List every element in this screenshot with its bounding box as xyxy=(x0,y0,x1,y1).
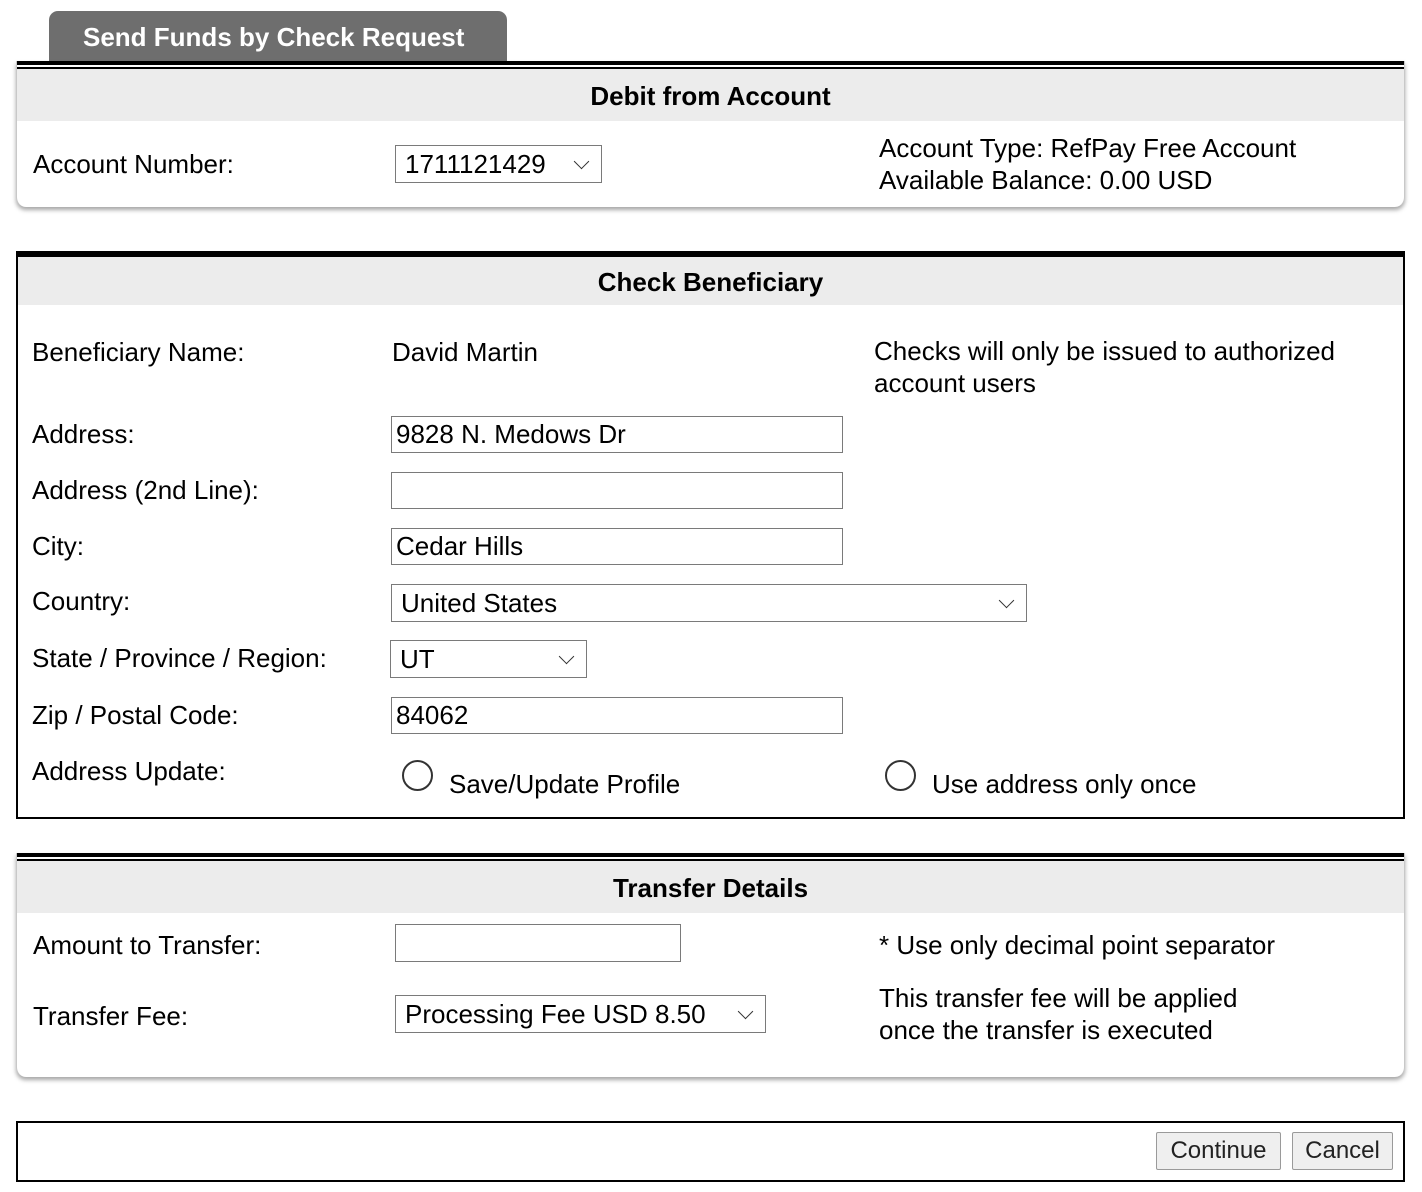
country-select[interactable]: United States xyxy=(391,584,1027,622)
debit-account-panel: Debit from Account Account Number: 17111… xyxy=(16,61,1405,207)
check-beneficiary-heading: Check Beneficiary xyxy=(18,257,1403,305)
beneficiary-note-line1: Checks will only be issued to authorized xyxy=(874,336,1336,366)
state-select[interactable]: UT xyxy=(390,640,587,678)
transfer-fee-label: Transfer Fee: xyxy=(33,1001,189,1031)
transfer-fee-select[interactable]: Processing Fee USD 8.50 xyxy=(395,995,766,1033)
transfer-details-heading: Transfer Details xyxy=(17,861,1404,913)
beneficiary-name-value: David Martin xyxy=(392,337,538,367)
city-input[interactable] xyxy=(391,528,843,565)
account-type-text: Account Type: RefPay Free Account xyxy=(879,133,1297,163)
page-tab-title: Send Funds by Check Request xyxy=(49,11,507,61)
transfer-fee-value: Processing Fee USD 8.50 xyxy=(405,999,706,1029)
account-number-value: 1711121429 xyxy=(405,149,546,179)
country-value: United States xyxy=(401,588,558,618)
check-beneficiary-panel: Check Beneficiary Beneficiary Name: Davi… xyxy=(16,251,1405,819)
debit-account-heading: Debit from Account xyxy=(17,69,1404,121)
city-label: City: xyxy=(32,531,84,561)
fee-note-line1: This transfer fee will be applied xyxy=(879,983,1238,1013)
beneficiary-note-line2: account users xyxy=(874,368,1036,398)
zip-label: Zip / Postal Code: xyxy=(32,700,239,730)
use-address-once-label[interactable]: Use address only once xyxy=(932,769,1196,800)
save-update-profile-label[interactable]: Save/Update Profile xyxy=(449,769,680,800)
continue-button[interactable]: Continue xyxy=(1156,1132,1281,1170)
chevron-down-icon xyxy=(998,592,1015,609)
decimal-separator-note: * Use only decimal point separator xyxy=(879,930,1275,960)
state-value: UT xyxy=(400,644,435,674)
use-address-once-radio[interactable] xyxy=(885,760,916,791)
amount-to-transfer-label: Amount to Transfer: xyxy=(33,930,262,960)
beneficiary-name-label: Beneficiary Name: xyxy=(32,337,245,367)
account-number-select[interactable]: 1711121429 xyxy=(395,145,602,183)
address-input[interactable] xyxy=(391,416,843,453)
chevron-down-icon xyxy=(737,1003,754,1020)
save-update-profile-radio[interactable] xyxy=(402,760,433,791)
address-update-label: Address Update: xyxy=(32,756,226,786)
zip-input[interactable] xyxy=(391,697,843,734)
chevron-down-icon xyxy=(558,648,575,665)
available-balance-text: Available Balance: 0.00 USD xyxy=(879,165,1213,195)
address-2nd-line-input[interactable] xyxy=(391,472,843,509)
transfer-details-panel: Transfer Details Amount to Transfer: * U… xyxy=(16,853,1405,1077)
cancel-button[interactable]: Cancel xyxy=(1292,1132,1393,1170)
chevron-down-icon xyxy=(573,153,590,170)
address-2nd-line-label: Address (2nd Line): xyxy=(32,475,259,505)
address-label: Address: xyxy=(32,419,135,449)
country-label: Country: xyxy=(32,586,131,616)
amount-to-transfer-input[interactable] xyxy=(395,924,681,962)
account-number-label: Account Number: xyxy=(33,149,234,179)
state-label: State / Province / Region: xyxy=(32,643,327,673)
fee-note-line2: once the transfer is executed xyxy=(879,1015,1213,1045)
action-bar: Continue Cancel xyxy=(16,1121,1405,1182)
